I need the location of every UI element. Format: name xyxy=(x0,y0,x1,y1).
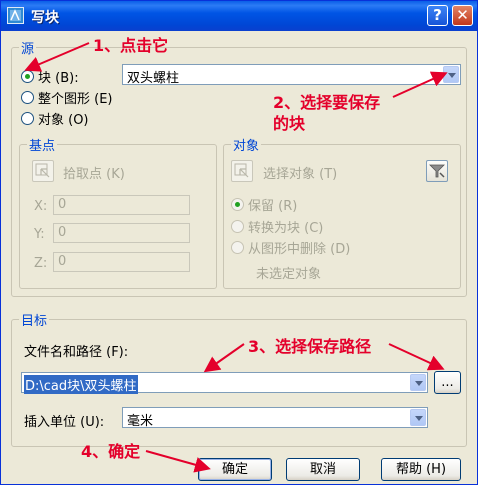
objects-group-label: 对象 xyxy=(231,135,262,154)
quick-select-filter-icon xyxy=(429,164,445,178)
pick-point-button[interactable] xyxy=(32,160,54,182)
file-path-combo[interactable]: D:\cad块\双头螺柱 xyxy=(21,372,428,394)
title-help-button[interactable]: ? xyxy=(427,5,448,26)
title-close-button[interactable]: ✕ xyxy=(452,5,473,26)
z-coordinate-field[interactable]: 0 xyxy=(53,252,190,272)
chevron-down-icon[interactable] xyxy=(410,409,426,426)
select-objects-icon xyxy=(234,163,249,178)
pick-point-icon xyxy=(35,163,50,178)
radio-convert-to-block-label: 转换为块 (C) xyxy=(248,221,324,236)
autocad-app-icon xyxy=(7,7,24,24)
write-block-dialog: 写块 ? ✕ 源 块 (B): 整个图形 (E) 对象 (O) 双头螺柱 基点 … xyxy=(0,0,478,485)
insert-units-value: 毫米 xyxy=(127,414,154,429)
target-group-label: 目标 xyxy=(19,310,50,329)
chevron-down-icon[interactable] xyxy=(443,66,459,83)
block-name-combo[interactable]: 双头螺柱 xyxy=(122,64,461,86)
x-label: X: xyxy=(34,199,48,214)
radio-objects[interactable] xyxy=(21,112,34,125)
source-group-label: 源 xyxy=(19,38,37,57)
radio-delete-from-drawing[interactable] xyxy=(231,241,244,254)
title-bar: 写块 ? ✕ xyxy=(1,1,477,31)
y-label: Y: xyxy=(34,227,45,242)
radio-delete-from-drawing-label: 从图形中删除 (D) xyxy=(248,242,351,257)
annotation-step3: 3、选择保存路径 xyxy=(248,337,372,356)
chevron-down-icon[interactable] xyxy=(410,374,426,391)
radio-retain[interactable] xyxy=(231,198,244,211)
file-path-label: 文件名和路径 (F): xyxy=(24,345,129,360)
cancel-button[interactable]: 取消 xyxy=(286,458,360,481)
insert-units-combo[interactable]: 毫米 xyxy=(122,407,428,429)
window-title: 写块 xyxy=(31,10,59,26)
no-objects-selected-status: 未选定对象 xyxy=(256,267,322,282)
radio-convert-to-block[interactable] xyxy=(231,220,244,233)
annotation-step2-line2: 的块 xyxy=(273,114,306,133)
radio-block-label: 块 (B): xyxy=(38,71,79,86)
z-label: Z: xyxy=(34,256,48,271)
radio-entire-drawing[interactable] xyxy=(21,91,34,104)
radio-objects-label: 对象 (O) xyxy=(38,113,89,128)
base-point-group-label: 基点 xyxy=(27,135,58,154)
browse-button[interactable]: ... xyxy=(434,371,461,394)
quick-select-button[interactable] xyxy=(426,160,448,182)
file-path-value[interactable]: D:\cad块\双头螺柱 xyxy=(24,375,138,394)
block-name-value: 双头螺柱 xyxy=(127,71,180,86)
insert-units-label: 插入单位 (U): xyxy=(24,415,105,430)
select-objects-button[interactable] xyxy=(231,160,253,182)
radio-retain-label: 保留 (R) xyxy=(248,199,298,214)
radio-entire-drawing-label: 整个图形 (E) xyxy=(38,92,113,107)
radio-block[interactable] xyxy=(21,70,34,83)
help-button[interactable]: 帮助 (H) xyxy=(381,458,461,481)
annotation-step4: 4、确定 xyxy=(81,442,141,461)
select-objects-label: 选择对象 (T) xyxy=(263,167,338,182)
x-coordinate-field[interactable]: 0 xyxy=(53,195,190,215)
ok-button[interactable]: 确定 xyxy=(198,458,272,481)
y-coordinate-field[interactable]: 0 xyxy=(53,223,190,243)
annotation-step1: 1、点击它 xyxy=(93,36,169,55)
pick-point-label: 拾取点 (K) xyxy=(63,167,125,182)
